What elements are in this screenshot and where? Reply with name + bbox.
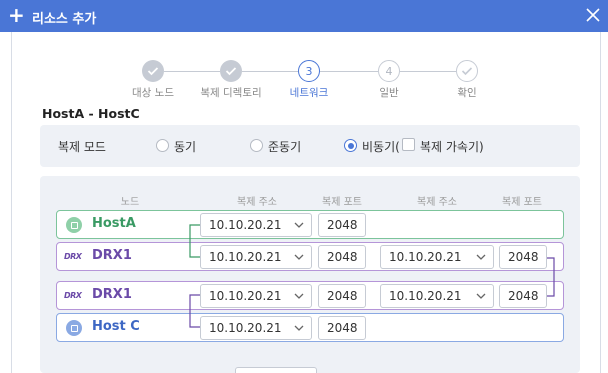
bottom-button[interactable] xyxy=(235,367,317,373)
address-value: 10.10.20.21 xyxy=(209,321,282,335)
address-value: 10.10.20.21 xyxy=(389,289,462,303)
address-value: 10.10.20.21 xyxy=(209,218,282,232)
step-label: 확인 xyxy=(457,87,477,99)
step-5-check-icon[interactable] xyxy=(456,60,478,82)
plus-icon: + xyxy=(8,3,25,27)
column-header-address: 복제 주소 xyxy=(237,197,277,208)
chevron-down-icon xyxy=(476,293,486,299)
radio-sync[interactable] xyxy=(156,139,169,152)
section-title: HostA - HostC xyxy=(42,106,140,121)
port-input[interactable]: 2048 xyxy=(318,245,366,269)
chevron-down-icon xyxy=(294,325,304,331)
host-icon xyxy=(66,217,82,233)
step-1-check-icon[interactable] xyxy=(142,60,164,82)
column-header-node: 노드 xyxy=(120,197,140,208)
chevron-down-icon xyxy=(294,293,304,299)
node-name: Host C xyxy=(92,319,140,334)
radio-semi-sync[interactable] xyxy=(250,139,263,152)
chevron-down-icon xyxy=(294,222,304,228)
address-value: 10.10.20.21 xyxy=(209,250,282,264)
address-select[interactable]: 10.10.20.21 xyxy=(200,316,312,340)
column-header-address: 복제 주소 xyxy=(417,197,457,208)
port-input[interactable]: 2048 xyxy=(318,213,366,237)
address-select[interactable]: 10.10.20.21 xyxy=(200,213,312,237)
node-name: DRX1 xyxy=(92,287,132,302)
chevron-down-icon xyxy=(294,254,304,260)
radio-sync-label: 동기 xyxy=(174,140,197,154)
host-icon xyxy=(66,320,82,336)
step-4-indicator[interactable]: 4 xyxy=(378,60,400,82)
title-bar: + 리소스 추가 xyxy=(0,0,608,32)
node-name: DRX1 xyxy=(92,248,132,263)
port-input[interactable]: 2048 xyxy=(499,284,547,308)
replication-mode-label: 복제 모드 xyxy=(58,140,106,154)
column-header-port: 복제 포트 xyxy=(502,197,542,208)
step-label: 네트워크 xyxy=(289,87,329,99)
accelerator-checkbox[interactable] xyxy=(402,138,415,151)
drx-icon: DRX xyxy=(64,291,82,300)
close-icon[interactable] xyxy=(584,6,602,24)
step-connector xyxy=(400,71,456,72)
window-title: 리소스 추가 xyxy=(32,12,97,27)
step-3-indicator[interactable]: 3 xyxy=(298,60,320,82)
step-connector xyxy=(164,71,220,72)
step-label: 복제 디렉토리 xyxy=(200,87,262,99)
radio-semi-sync-label: 준동기 xyxy=(268,140,302,154)
step-connector xyxy=(320,71,378,72)
address-value: 10.10.20.21 xyxy=(389,250,462,264)
address-select[interactable]: 10.10.20.21 xyxy=(200,245,312,269)
address-value: 10.10.20.21 xyxy=(209,289,282,303)
accelerator-label: 복제 가속기) xyxy=(420,140,484,154)
chevron-down-icon xyxy=(476,254,486,260)
address-select[interactable]: 10.10.20.21 xyxy=(380,245,494,269)
column-header-port: 복제 포트 xyxy=(322,197,362,208)
node-name: HostA xyxy=(92,216,136,231)
step-label: 일반 xyxy=(379,87,399,99)
step-connector xyxy=(242,71,298,72)
address-select[interactable]: 10.10.20.21 xyxy=(380,284,494,308)
replication-mode-panel xyxy=(40,125,580,167)
radio-async[interactable] xyxy=(344,139,357,152)
address-select[interactable]: 10.10.20.21 xyxy=(200,284,312,308)
port-input[interactable]: 2048 xyxy=(499,245,547,269)
step-2-check-icon[interactable] xyxy=(220,60,242,82)
port-input[interactable]: 2048 xyxy=(318,316,366,340)
step-label: 대상 노드 xyxy=(132,87,174,99)
drx-icon: DRX xyxy=(64,252,82,261)
port-input[interactable]: 2048 xyxy=(318,284,366,308)
radio-async-label: 비동기( xyxy=(362,140,400,154)
